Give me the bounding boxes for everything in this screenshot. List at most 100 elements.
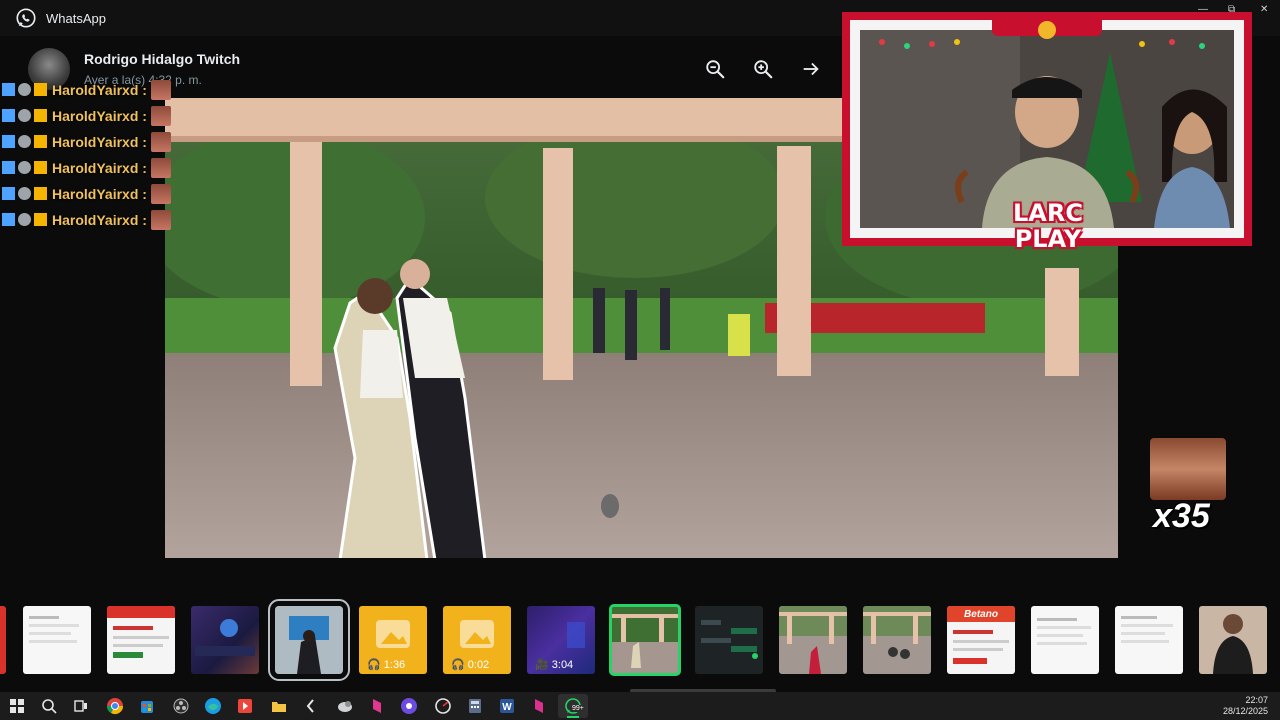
badge-icon — [2, 109, 15, 122]
media-thumbnail[interactable] — [191, 606, 259, 674]
audio-duration-text: 1:36 — [383, 659, 406, 671]
badge-icon — [2, 187, 15, 200]
media-thumbnail-selected[interactable] — [268, 599, 350, 681]
badge-icon — [18, 135, 31, 148]
badge-icon — [2, 161, 15, 174]
media-thumbnail[interactable] — [695, 606, 763, 674]
media-thumbnail[interactable]: Betano — [947, 606, 1015, 674]
badge-icon — [2, 83, 15, 96]
audio-duration: 🎧 0:02 — [451, 659, 490, 671]
app-icon[interactable] — [336, 697, 354, 715]
word-icon[interactable]: W — [498, 697, 516, 715]
badge-icon — [18, 83, 31, 96]
emote-icon — [151, 210, 171, 230]
crown-icon — [34, 109, 47, 122]
media-thumbnail-audio[interactable]: 🎧 0:02 — [443, 606, 511, 674]
chat-username: HaroldYairxd : — [52, 82, 147, 98]
sender-name: Rodrigo Hidalgo Twitch — [84, 51, 241, 67]
svg-text:W: W — [502, 702, 512, 713]
media-thumbnail[interactable] — [23, 606, 91, 674]
media-thumbnail[interactable] — [0, 606, 6, 674]
chat-username: HaroldYairxd : — [52, 212, 147, 228]
emote-icon — [151, 80, 171, 100]
stream-logo: LARC PLAY — [1003, 200, 1093, 252]
store-icon[interactable] — [138, 697, 156, 715]
badge-icon — [18, 187, 31, 200]
media-thumbnail-current[interactable] — [609, 604, 681, 676]
badge-icon — [2, 135, 15, 148]
app-icon[interactable] — [434, 697, 452, 715]
forward-icon[interactable] — [800, 58, 822, 80]
zoom-out-icon[interactable] — [704, 58, 726, 80]
emote-icon — [151, 184, 171, 204]
whatsapp-taskbar-button[interactable]: 99+ — [558, 694, 588, 718]
app-icon[interactable] — [368, 697, 386, 715]
crown-icon — [34, 213, 47, 226]
media-thumbnail[interactable] — [1031, 606, 1099, 674]
betting-label: Betano — [964, 609, 998, 620]
clock-date: 28/12/2025 — [1222, 706, 1268, 716]
audio-duration: 🎧 1:36 — [367, 659, 406, 671]
screenshot-preview — [701, 620, 758, 659]
photo-preview — [779, 606, 847, 674]
chat-username: HaroldYairxd : — [52, 160, 147, 176]
crown-icon — [34, 187, 47, 200]
video-duration-text: 3:04 — [551, 659, 574, 671]
taskbar — [0, 692, 1280, 720]
emote-icon — [151, 158, 171, 178]
whatsapp-logo-icon — [16, 8, 36, 28]
document-preview — [29, 616, 79, 643]
active-indicator — [567, 716, 579, 718]
stream-logo-line2: PLAY — [1014, 225, 1082, 253]
crown-icon — [34, 83, 47, 96]
app-icon[interactable] — [400, 697, 418, 715]
media-thumbnail-video[interactable]: 🎥 3:04 — [527, 606, 595, 674]
badge-icon — [2, 213, 15, 226]
calculator-icon[interactable] — [466, 697, 484, 715]
emote-icon — [151, 106, 171, 126]
betting-preview — [107, 606, 175, 658]
photo-preview — [611, 606, 679, 674]
badge-icon — [18, 109, 31, 122]
document-preview — [1121, 616, 1173, 643]
media-thumbnail-audio[interactable]: 🎧 1:36 — [359, 606, 427, 674]
media-thumbnail[interactable] — [1115, 606, 1183, 674]
media-thumbnail[interactable] — [1199, 606, 1267, 674]
app-icon[interactable] — [530, 697, 548, 715]
document-preview — [1037, 618, 1091, 645]
obs-icon[interactable] — [172, 697, 190, 715]
chat-username: HaroldYairxd : — [52, 186, 147, 202]
photo-preview — [1213, 614, 1253, 674]
badge-icon — [18, 213, 31, 226]
search-icon[interactable] — [40, 697, 58, 715]
crown-icon — [34, 161, 47, 174]
emote-combo-icon — [1150, 438, 1226, 500]
dark-preview — [195, 619, 255, 656]
badge-icon — [18, 161, 31, 174]
taskbar-clock[interactable]: 22:07 28/12/2025 — [1223, 695, 1268, 717]
media-thumbnail[interactable] — [779, 606, 847, 674]
emote-combo-count: x35 — [1153, 497, 1210, 535]
notification-badge: 99+ — [571, 705, 585, 712]
task-view-icon[interactable] — [72, 697, 90, 715]
app-title: WhatsApp — [46, 11, 106, 26]
crown-icon — [34, 135, 47, 148]
clock-time: 22:07 — [1245, 695, 1268, 705]
close-button[interactable]: ✕ — [1260, 4, 1268, 15]
zoom-in-icon[interactable] — [752, 58, 774, 80]
anydesk-icon[interactable] — [236, 697, 254, 715]
chrome-icon[interactable] — [106, 697, 124, 715]
explorer-icon[interactable] — [270, 697, 288, 715]
chat-username: HaroldYairxd : — [52, 134, 147, 150]
video-duration: 🎥 3:04 — [535, 659, 574, 671]
emote-icon — [151, 132, 171, 152]
edge-icon[interactable] — [204, 697, 222, 715]
chat-username: HaroldYairxd : — [52, 108, 147, 124]
app-icon[interactable] — [302, 697, 320, 715]
stream-logo-line1: LARC — [1013, 199, 1083, 227]
media-thumbnail[interactable] — [107, 606, 175, 674]
media-thumbnail[interactable] — [863, 606, 931, 674]
start-icon[interactable] — [8, 697, 26, 715]
audio-duration-text: 0:02 — [467, 659, 490, 671]
photo-preview — [275, 606, 343, 674]
